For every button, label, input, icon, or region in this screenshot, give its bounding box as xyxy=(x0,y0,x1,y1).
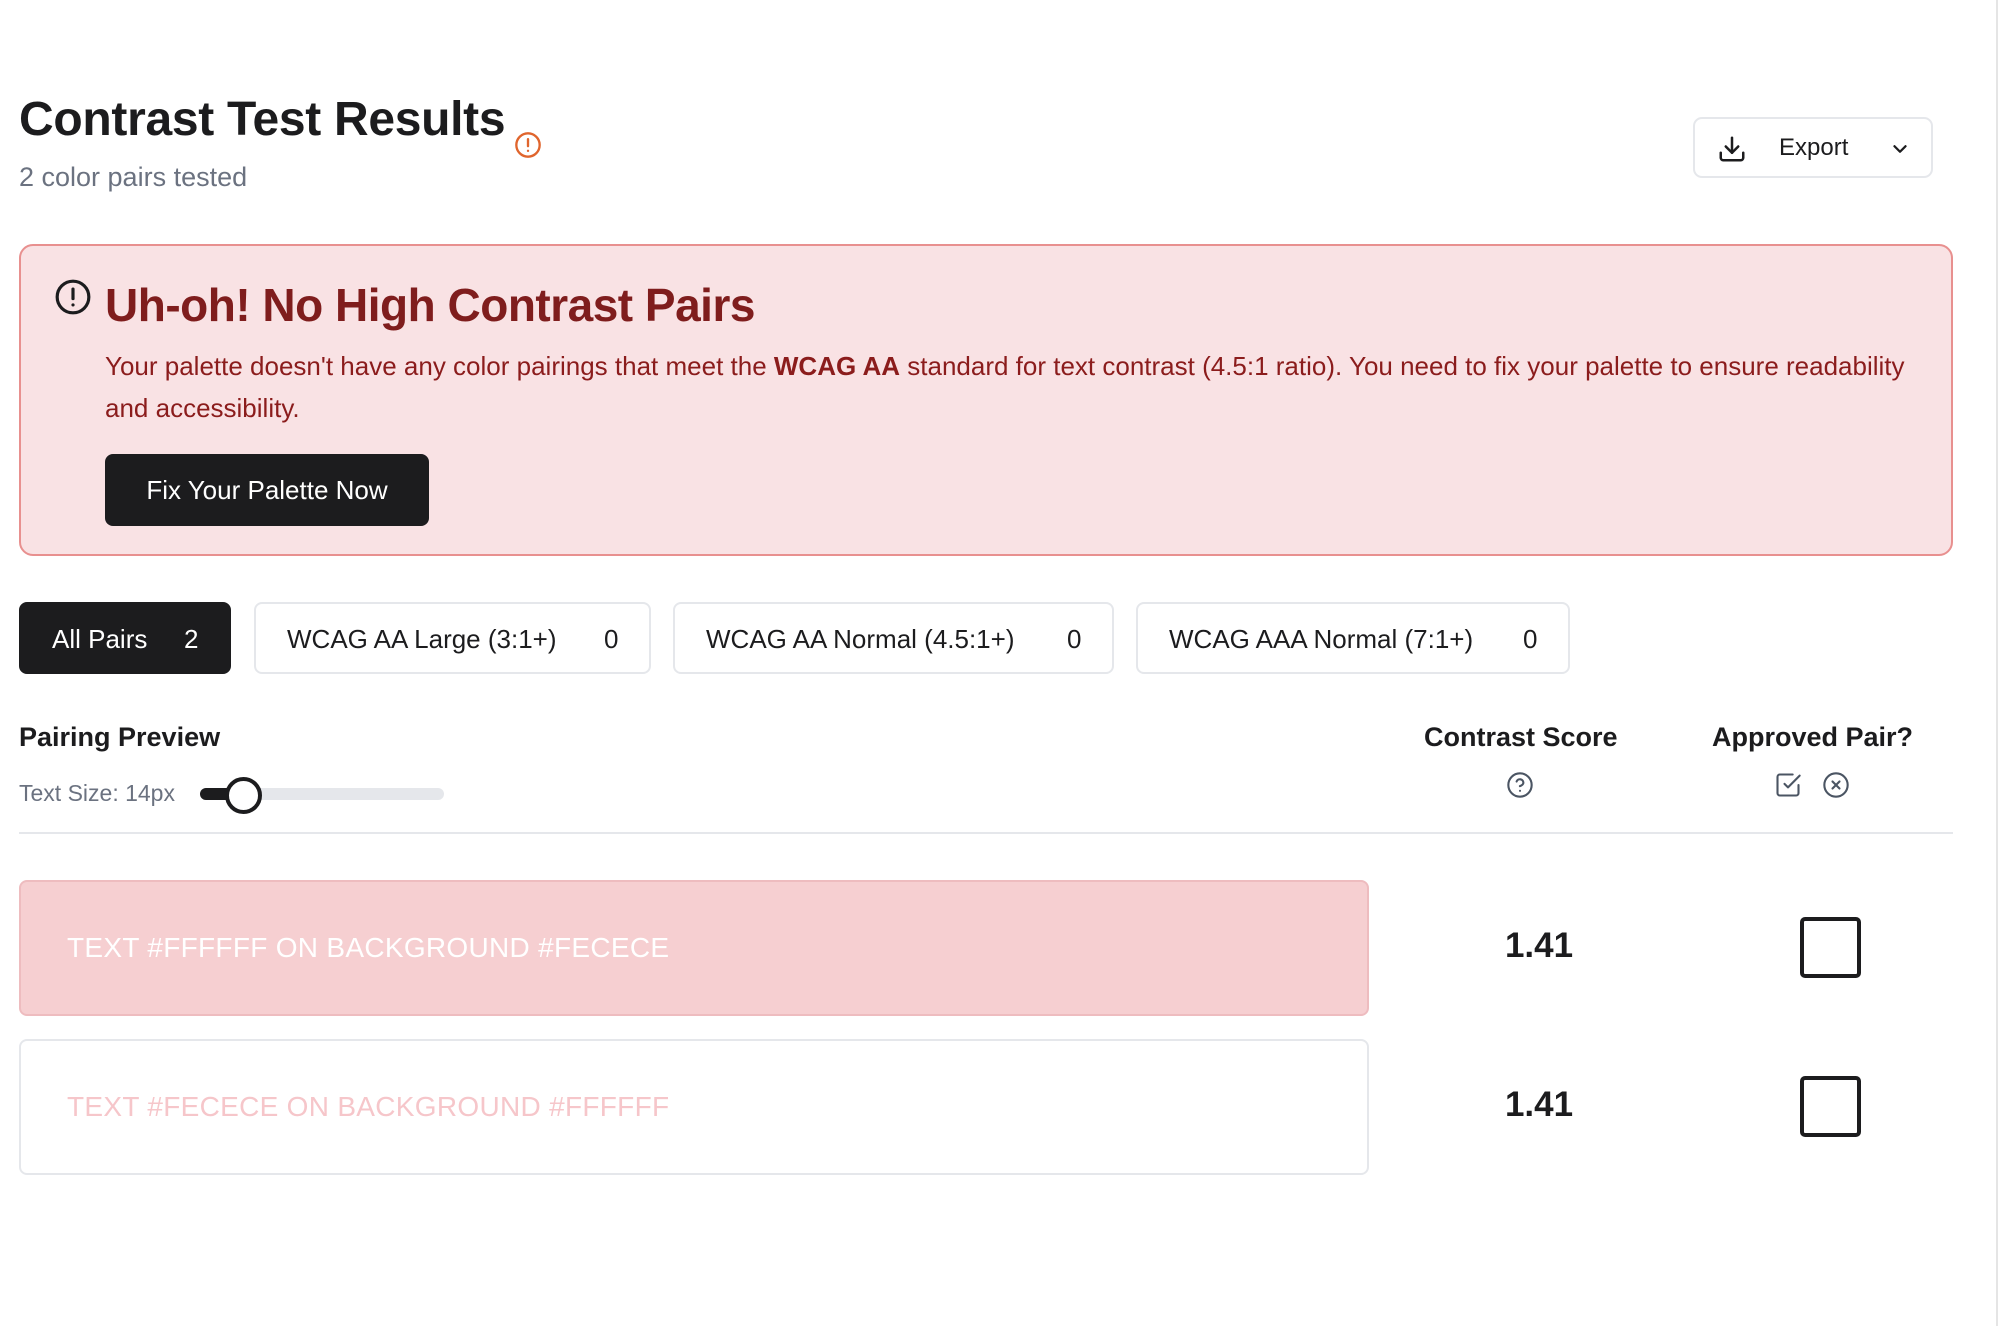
table-row: TEXT #FFFFFF ON BACKGROUND #FECECE 1.41 xyxy=(19,880,1953,1016)
filter-count: 0 xyxy=(1067,624,1082,654)
chevron-down-icon xyxy=(1893,145,1907,153)
filter-label: WCAG AA Normal (4.5:1+) xyxy=(706,624,1015,654)
filter-wcag-aaa-normal[interactable]: WCAG AAA Normal (7:1+) 0 xyxy=(1136,602,1570,674)
table-header-divider xyxy=(19,832,1953,834)
table-row: TEXT #FECECE ON BACKGROUND #FFFFFF 1.41 xyxy=(19,1039,1953,1175)
check-square-icon[interactable] xyxy=(1774,771,1802,799)
pairing-preview-header: Pairing Preview xyxy=(19,722,221,752)
alert-circle-icon xyxy=(515,132,541,158)
filter-label: All Pairs xyxy=(52,624,148,654)
alert-message-standard: WCAG AA xyxy=(773,351,901,381)
alert-title: Uh-oh! No High Contrast Pairs xyxy=(105,279,755,331)
approve-checkbox[interactable] xyxy=(1800,917,1861,978)
export-label: Export xyxy=(1779,134,1849,161)
contrast-score: 1.41 xyxy=(1504,926,1574,965)
text-size-label: Text Size: 14px xyxy=(19,780,175,806)
x-circle-icon[interactable] xyxy=(1822,771,1850,799)
filter-wcag-aa-normal[interactable]: WCAG AA Normal (4.5:1+) 0 xyxy=(673,602,1114,674)
alert-message-start: Your palette doesn't have any color pair… xyxy=(105,351,774,381)
filter-count: 2 xyxy=(184,624,199,654)
filter-count: 0 xyxy=(604,624,619,654)
pair-preview-text: TEXT #FECECE ON BACKGROUND #FFFFFF xyxy=(67,1091,670,1122)
download-icon xyxy=(1719,136,1745,162)
contrast-score: 1.41 xyxy=(1504,1085,1574,1124)
pair-preview: TEXT #FECECE ON BACKGROUND #FFFFFF xyxy=(19,1039,1369,1175)
export-button[interactable]: Export xyxy=(1693,117,1933,178)
approve-checkbox[interactable] xyxy=(1800,1076,1861,1137)
filter-wcag-aa-large[interactable]: WCAG AA Large (3:1+) 0 xyxy=(254,602,651,674)
pair-preview-text: TEXT #FFFFFF ON BACKGROUND #FECECE xyxy=(67,932,670,963)
text-size-slider[interactable] xyxy=(200,777,444,814)
no-contrast-alert: Uh-oh! No High Contrast Pairs Your palet… xyxy=(19,244,1953,556)
alert-circle-icon xyxy=(55,279,91,315)
filter-label: WCAG AA Large (3:1+) xyxy=(287,624,557,654)
page-subtitle: 2 color pairs tested xyxy=(19,162,248,192)
filter-label: WCAG AAA Normal (7:1+) xyxy=(1169,624,1474,654)
contrast-score-header: Contrast Score xyxy=(1424,722,1618,752)
filter-all-pairs[interactable]: All Pairs 2 xyxy=(19,602,231,674)
pair-preview: TEXT #FFFFFF ON BACKGROUND #FECECE xyxy=(19,880,1369,1016)
page-title: Contrast Test Results xyxy=(19,93,506,146)
help-circle-icon[interactable] xyxy=(1506,771,1534,799)
fix-palette-button[interactable]: Fix Your Palette Now xyxy=(105,454,429,526)
slider-thumb[interactable] xyxy=(225,777,263,814)
alert-message: Your palette doesn't have any color pair… xyxy=(105,345,1935,429)
filter-count: 0 xyxy=(1523,624,1538,654)
approved-pair-header: Approved Pair? xyxy=(1712,722,1914,752)
